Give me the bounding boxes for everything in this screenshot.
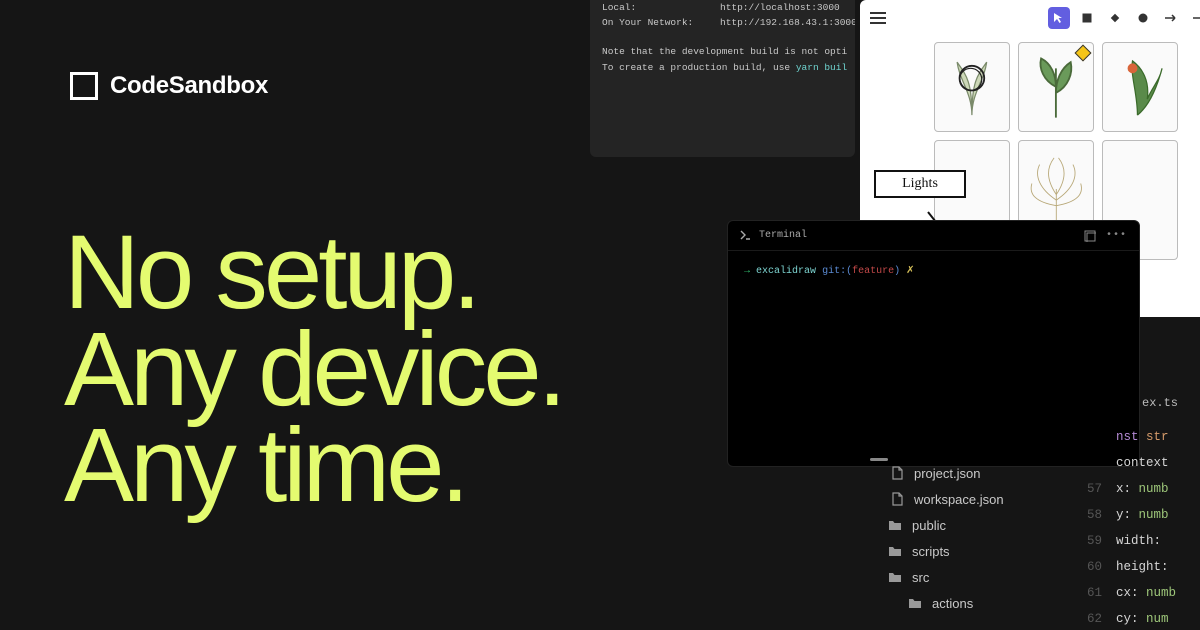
terminal-title: Terminal — [759, 230, 807, 241]
editor-line: 61cx: numb — [1080, 580, 1200, 606]
devserver-local-url: http://localhost:3000 — [720, 2, 840, 13]
file-tree: project.json workspace.json public scripts s… — [860, 460, 1080, 616]
editor-line: 62cy: num — [1080, 606, 1200, 630]
devserver-note-2a: To create a production build, use — [602, 62, 796, 73]
line-number: 57 — [1080, 482, 1102, 496]
editor-tab[interactable]: ex.ts — [1080, 390, 1200, 424]
plant-card[interactable] — [1102, 42, 1178, 132]
headline-line-2: Any device. — [64, 322, 563, 419]
tool-line[interactable] — [1188, 7, 1200, 29]
headline-line-1: No setup. — [64, 225, 563, 322]
prompt-dir: excalidraw — [756, 266, 816, 277]
plant-card[interactable] — [934, 42, 1010, 132]
line-number: 61 — [1080, 586, 1102, 600]
editor-line: 59width: — [1080, 528, 1200, 554]
file-tree-label: workspace.json — [914, 492, 1004, 507]
file-tree-folder[interactable]: scripts — [860, 538, 1080, 564]
file-tree-file[interactable]: workspace.json — [860, 486, 1080, 512]
file-tree-label: public — [912, 518, 946, 533]
lights-label: Lights — [902, 176, 938, 192]
devserver-net-label: On Your Network: — [602, 15, 720, 30]
code-editor: ex.ts nst strcontext57x: numb58y: numb59… — [1080, 390, 1200, 630]
prompt-branch: feature — [852, 266, 894, 277]
split-icon[interactable] — [1084, 230, 1096, 242]
file-tree-file[interactable]: project.json — [860, 460, 1080, 486]
line-number: 58 — [1080, 508, 1102, 522]
more-icon[interactable]: ••• — [1106, 230, 1127, 241]
devserver-note-2b: yarn buil — [796, 62, 847, 73]
tool-arrow[interactable] — [1160, 7, 1182, 29]
terminal-icon — [740, 230, 751, 241]
editor-line: context — [1080, 450, 1200, 476]
line-number: 59 — [1080, 534, 1102, 548]
line-number: 60 — [1080, 560, 1102, 574]
terminal-window: Terminal ••• → excalidraw git:(feature) … — [727, 220, 1140, 467]
lights-label-box[interactable]: Lights — [874, 170, 966, 198]
file-tree-label: project.json — [914, 466, 980, 481]
tool-pointer[interactable] — [1048, 7, 1070, 29]
editor-line: 57x: numb — [1080, 476, 1200, 502]
file-tree-folder[interactable]: src — [860, 564, 1080, 590]
tool-square[interactable] — [1076, 7, 1098, 29]
file-tree-folder[interactable]: actions — [860, 590, 1080, 616]
line-number: 62 — [1080, 612, 1102, 626]
devserver-note-1: Note that the development build is not o… — [602, 44, 843, 59]
hamburger-icon[interactable] — [870, 12, 886, 24]
logo-icon — [70, 72, 98, 100]
tool-diamond[interactable] — [1104, 7, 1126, 29]
devserver-local-label: Local: — [602, 0, 720, 15]
prompt-git-close: ) — [894, 266, 900, 277]
tree-collapse-handle[interactable] — [870, 458, 888, 461]
prompt-dirty: ✗ — [906, 266, 914, 277]
editor-line: 58y: numb — [1080, 502, 1200, 528]
prompt-git: git:( — [822, 266, 852, 277]
file-tree-label: src — [912, 570, 929, 585]
prompt-arrow: → — [744, 266, 750, 277]
excalidraw-toolbar — [860, 4, 1200, 32]
headline: No setup. Any device. Any time. — [64, 225, 563, 515]
logo-text: CodeSandbox — [110, 72, 268, 100]
tool-circle[interactable] — [1132, 7, 1154, 29]
plant-card[interactable] — [1018, 42, 1094, 132]
logo: CodeSandbox — [70, 72, 268, 100]
file-tree-label: actions — [932, 596, 973, 611]
file-tree-folder[interactable]: public — [860, 512, 1080, 538]
terminal-body[interactable]: → excalidraw git:(feature) ✗ — [728, 251, 1139, 291]
file-tree-label: scripts — [912, 544, 950, 559]
editor-line: nst str — [1080, 424, 1200, 450]
editor-line: 60height: — [1080, 554, 1200, 580]
devserver-window: Local:http://localhost:3000 On Your Netw… — [590, 0, 855, 157]
devserver-net-url: http://192.168.43.1:3000 — [720, 17, 855, 28]
headline-line-3: Any time. — [64, 418, 563, 515]
